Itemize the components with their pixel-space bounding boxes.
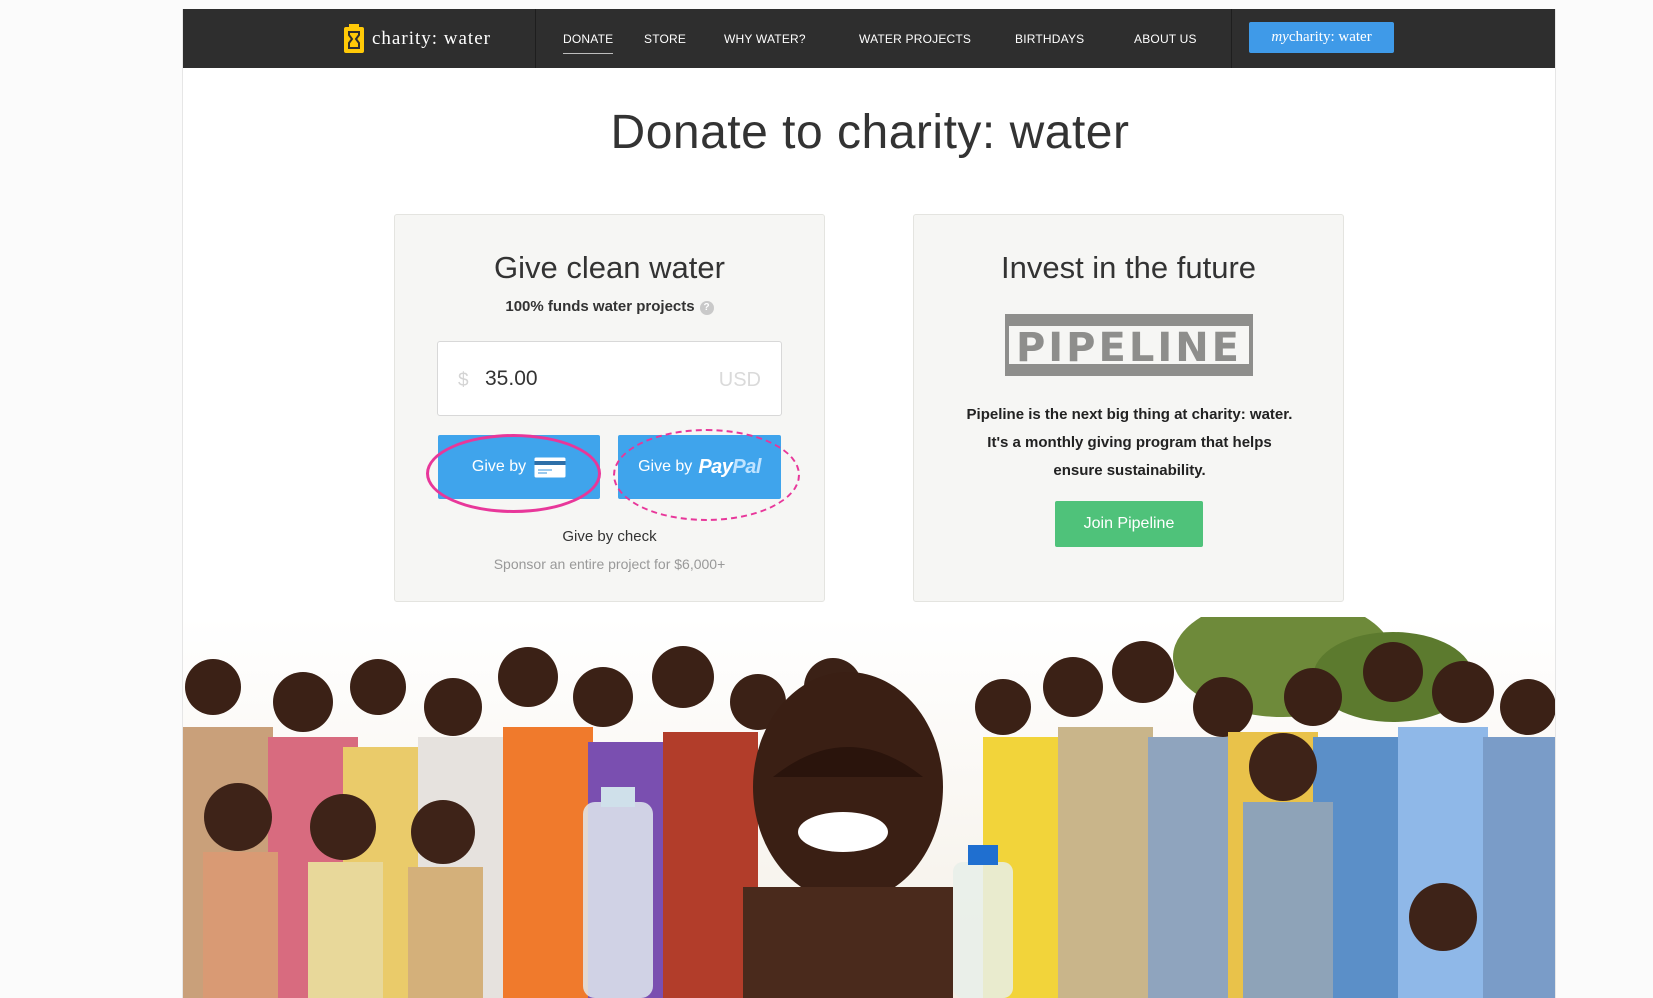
mycharity-water-button[interactable]: my charity: water [1249, 22, 1394, 53]
paypal-logo: PayPal [698, 456, 761, 479]
paypal-logo-pay: Pay [698, 455, 733, 478]
nav-donate[interactable]: DONATE [563, 9, 614, 68]
give-by-paypal-button[interactable]: Give by PayPal [618, 435, 781, 499]
pipeline-description: Pipeline is the next big thing at charit… [966, 406, 1293, 479]
currency-symbol: $ [458, 370, 469, 391]
page-container: charity: water DONATE STORE WHY WATER? W… [182, 9, 1556, 998]
top-nav: charity: water DONATE STORE WHY WATER? W… [183, 9, 1555, 68]
pipeline-logo-text: PIPELINE [1016, 325, 1242, 371]
mycharity-prefix: my [1271, 29, 1289, 45]
hero-photo [183, 617, 1555, 998]
amount-input[interactable] [485, 362, 685, 396]
give-card-title: Give clean water [494, 250, 725, 285]
jerrycan-icon [344, 23, 364, 53]
question-icon[interactable]: ? [699, 301, 714, 315]
donation-amount-field: $ USD [437, 341, 782, 416]
pipeline-card-title: Invest in the future [1000, 250, 1257, 285]
nav-water-projects[interactable]: WATER PROJECTS [859, 9, 971, 68]
sponsor-project-link[interactable]: Sponsor an entire project for $6,000+ [395, 556, 824, 572]
give-by-paypal-label: Give by [638, 458, 693, 475]
brand-name: charity: water [372, 27, 491, 49]
join-pipeline-button[interactable]: Join Pipeline [1055, 501, 1203, 547]
paypal-logo-pal: Pal [732, 455, 761, 478]
nav-why-water[interactable]: WHY WATER? [724, 9, 806, 68]
give-by-check-link[interactable]: Give by check [395, 528, 824, 545]
give-card-subtitle: 100% funds water projects? [395, 298, 824, 315]
pipeline-card: Invest in the future PIPELINE Pipeline i… [913, 214, 1344, 602]
give-by-card-button[interactable]: Give by [438, 435, 600, 499]
nav-divider [535, 9, 536, 68]
pipeline-logo: PIPELINE [1005, 314, 1253, 376]
give-card: Give clean water 100% funds water projec… [394, 214, 825, 602]
nav-about-us[interactable]: ABOUT US [1134, 9, 1197, 68]
nav-birthdays[interactable]: BIRTHDAYS [1015, 9, 1084, 68]
credit-card-icon [534, 457, 566, 477]
give-by-card-label: Give by [471, 458, 527, 475]
brand-logo[interactable]: charity: water [343, 9, 491, 68]
nav-store[interactable]: STORE [644, 9, 686, 68]
currency-code: USD [718, 369, 761, 391]
mycharity-suffix: charity: water [1288, 29, 1372, 45]
give-card-subtitle-text: 100% funds water projects [505, 298, 695, 315]
page-title: Donate to charity: water [610, 106, 1130, 159]
nav-divider [1231, 9, 1232, 68]
